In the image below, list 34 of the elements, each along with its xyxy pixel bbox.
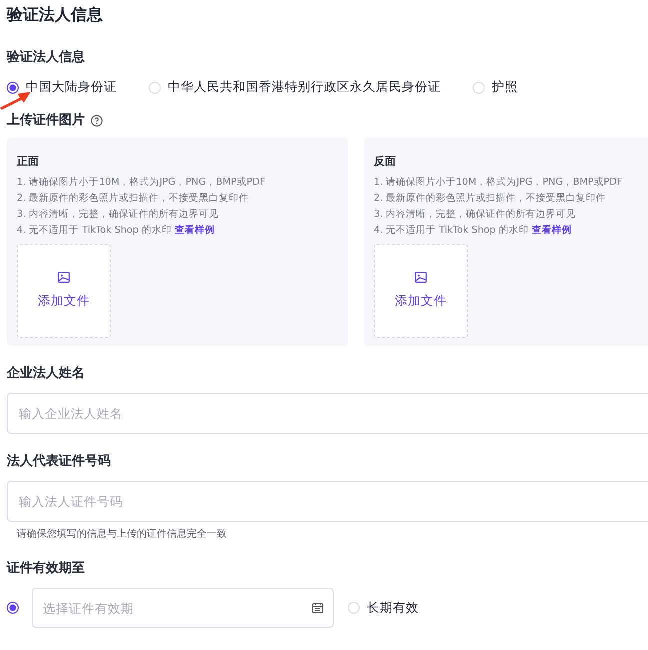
rule-text: 1. 请确保图片小于10M，格式为JPG，PNG，BMP或PDF	[374, 176, 624, 190]
section-label: 验证法人信息	[7, 49, 85, 67]
help-icon[interactable]	[91, 115, 103, 127]
calendar-icon	[312, 602, 324, 614]
input-field[interactable]: 输入企业法人姓名	[7, 393, 648, 434]
sample-link[interactable]: 查看样例	[532, 225, 572, 236]
rule-text: 3. 内容清晰，完整，确保证件的所有边界可见	[17, 208, 220, 222]
radio-label[interactable]: 护照	[492, 79, 518, 96]
field-label: 法人代表证件号码	[7, 453, 111, 471]
rule-text: 2. 最新原件的彩色照片或扫描件，不接受黑白复印件	[17, 192, 250, 206]
radio-label[interactable]: 长期有效	[367, 600, 419, 616]
image-icon	[58, 272, 70, 283]
rule-text: 4. 无不适用于 TikTok Shop 的水印 查看样例	[374, 224, 573, 238]
field-label: 企业法人姓名	[7, 365, 85, 383]
radio-button[interactable]	[7, 82, 19, 94]
rule-text: 1. 请确保图片小于10M，格式为JPG，PNG，BMP或PDF	[17, 176, 266, 190]
sample-link[interactable]: 查看样例	[174, 225, 215, 236]
radio-label[interactable]: 中华人民共和国香港特别行政区永久居民身份证	[168, 79, 441, 96]
page-title: 验证法人信息	[7, 4, 103, 26]
rule-text: 3. 内容清晰，完整，确保证件的所有边界可见	[374, 208, 578, 222]
add-file-button[interactable]: 添加文件	[374, 244, 468, 338]
rule-text: 4. 无不适用于 TikTok Shop 的水印 查看样例	[17, 224, 216, 238]
date-field[interactable]: 选择证件有效期	[32, 588, 334, 628]
card-title: 反面	[374, 154, 396, 169]
radio-label[interactable]: 中国大陆身份证	[26, 79, 117, 96]
image-icon	[415, 272, 427, 283]
input-field[interactable]: 输入法人证件号码	[7, 481, 648, 522]
add-file-button[interactable]: 添加文件	[17, 244, 111, 338]
section-label: 上传证件图片	[7, 112, 85, 130]
radio-button[interactable]	[7, 602, 19, 614]
hint-text: 请确保您填写的信息与上传的证件信息完全一致	[17, 528, 227, 541]
field-label: 证件有效期至	[7, 560, 85, 578]
card-title: 正面	[17, 154, 39, 169]
rule-text: 2. 最新原件的彩色照片或扫描件，不接受黑白复印件	[374, 192, 608, 206]
